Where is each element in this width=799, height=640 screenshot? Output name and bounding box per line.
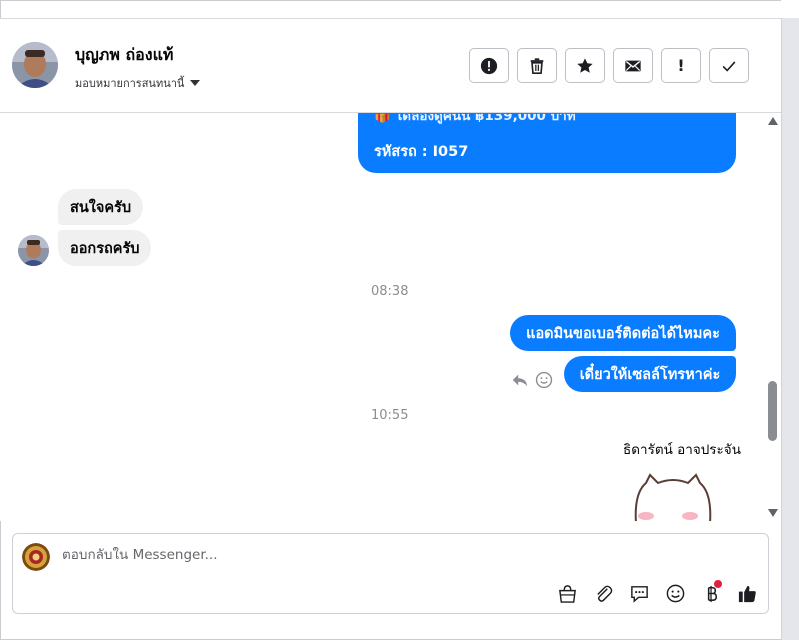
outgoing-message[interactable]: แอดมินขอเบอร์ติดต่อได้ไหมคะ <box>510 315 736 351</box>
saved-replies-button[interactable] <box>627 581 651 605</box>
scroll-down-arrow-icon[interactable] <box>768 509 778 517</box>
chat-scrollbar-thumb[interactable] <box>768 381 777 441</box>
important-button[interactable]: ! <box>661 48 701 83</box>
outer-scroll-track[interactable] <box>781 0 799 640</box>
message-text: แอดมินขอเบอร์ติดต่อได้ไหมคะ <box>526 325 720 342</box>
paperclip-icon <box>596 585 612 602</box>
product-card-code: รหัสรถ : I057 <box>374 144 469 160</box>
timestamp: 08:38 <box>371 284 409 299</box>
mark-done-button[interactable] <box>709 48 749 83</box>
outer-scroll-top <box>781 0 799 18</box>
page-avatar <box>22 543 50 571</box>
shopping-bag-icon <box>558 584 576 603</box>
contact-avatar-small[interactable] <box>18 235 49 266</box>
product-card-bubble[interactable]: 🎁 ได้ลองดูคันนี้ ฿139,000 บาท รหัสรถ : I… <box>358 113 736 173</box>
thumbs-up-icon <box>738 585 756 602</box>
trash-icon <box>530 57 544 74</box>
outgoing-message[interactable]: เดี๋ยวให้เซลล์โทรหาค่ะ <box>564 356 736 392</box>
contact-avatar[interactable] <box>12 42 58 88</box>
composer-tools <box>555 580 759 605</box>
like-button[interactable] <box>735 581 759 605</box>
message-text: สนใจครับ <box>70 199 132 216</box>
reply-input[interactable] <box>62 547 662 563</box>
reply-icon[interactable] <box>511 371 529 389</box>
message-thread[interactable]: 🎁 ได้ลองดูคันนี้ ฿139,000 บาท รหัสรถ : I… <box>0 113 781 521</box>
delete-button[interactable] <box>517 48 557 83</box>
star-icon <box>577 57 593 73</box>
scroll-up-arrow-icon[interactable] <box>768 117 778 125</box>
timestamp: 10:55 <box>371 408 409 423</box>
message-text: ออกรถครับ <box>70 240 140 257</box>
assign-conversation-dropdown[interactable]: มอบหมายการสนทนานี้ <box>75 74 201 92</box>
product-card-text: 🎁 ได้ลองดูคันนี้ ฿139,000 บาท <box>374 113 576 124</box>
spam-button[interactable] <box>469 48 509 83</box>
shopping-bag-button[interactable] <box>555 581 579 605</box>
header-actions: ! <box>469 48 749 83</box>
envelope-icon <box>625 60 641 71</box>
emoji-button[interactable] <box>663 581 687 605</box>
assign-label: มอบหมายการสนทนานี้ <box>75 77 185 90</box>
emoji-icon <box>666 584 684 602</box>
attach-file-button[interactable] <box>591 581 615 605</box>
saved-reply-icon <box>630 585 648 603</box>
incoming-message[interactable]: สนใจครับ <box>58 189 144 225</box>
star-button[interactable] <box>565 48 605 83</box>
chevron-down-icon <box>190 80 201 86</box>
cat-sticker[interactable] <box>628 473 718 521</box>
incoming-message[interactable]: ออกรถครับ <box>58 230 152 266</box>
sender-name: ธิดารัตน์ อาจประจัน <box>623 442 741 458</box>
reply-composer <box>12 533 769 614</box>
alert-circle-icon <box>480 57 498 74</box>
message-text: เดี๋ยวให้เซลล์โทรหาค่ะ <box>579 366 721 383</box>
contact-name[interactable]: บุญภพ ถ่องแท้ <box>75 43 173 68</box>
react-emoji-icon[interactable] <box>535 371 553 389</box>
payment-button[interactable] <box>699 580 723 605</box>
mark-unread-button[interactable] <box>613 48 653 83</box>
check-icon <box>722 60 736 72</box>
notification-dot <box>714 580 722 588</box>
conversation-header: บุญภพ ถ่องแท้ มอบหมายการสนทนานี้ ! <box>0 19 781 113</box>
important-label: ! <box>677 56 685 75</box>
